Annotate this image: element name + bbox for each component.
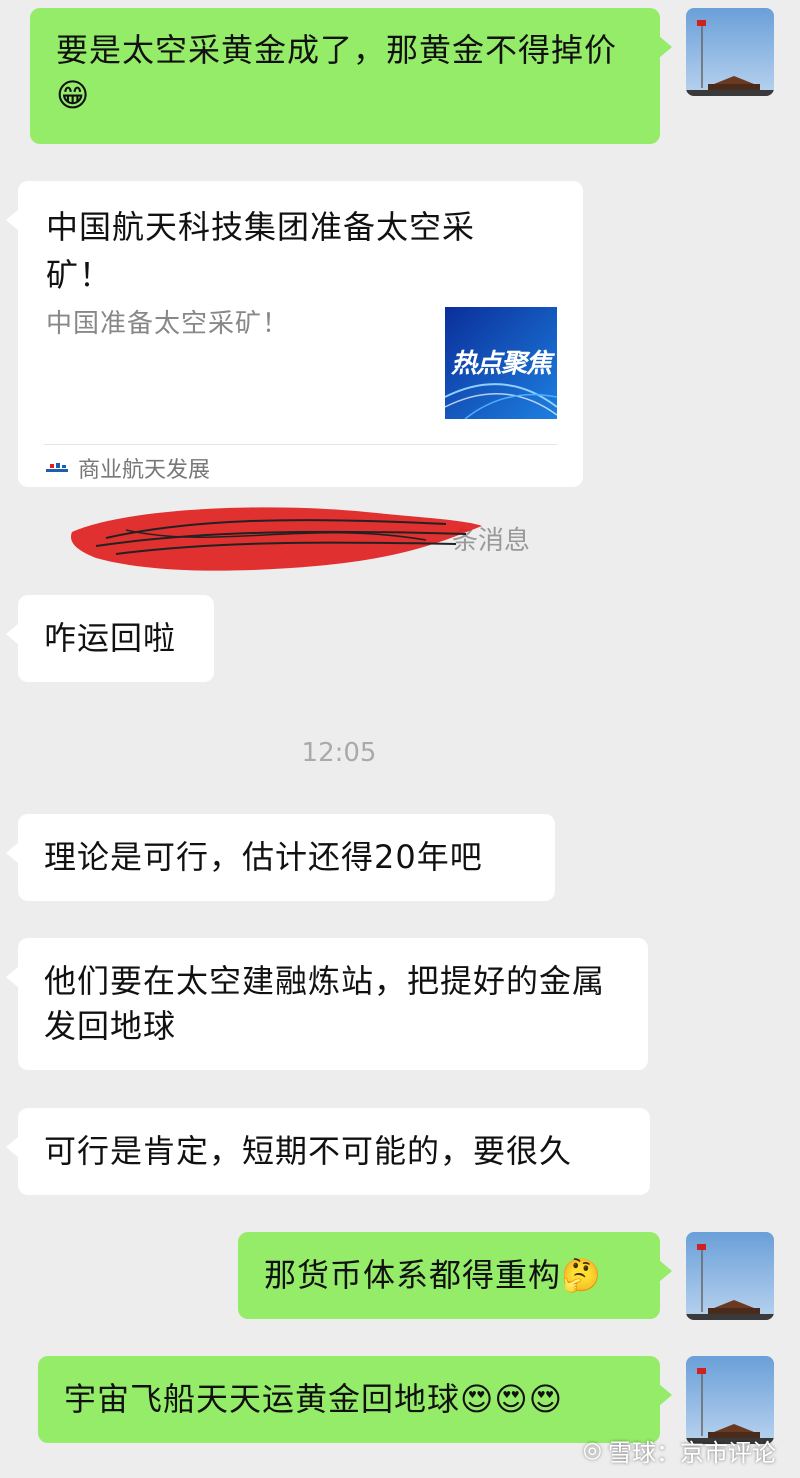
- link-card[interactable]: 中国航天科技集团准备太空采矿！ 中国准备太空采矿！ 热点聚焦 商业航天发展: [6, 181, 583, 487]
- avatar-image-icon: [686, 1356, 774, 1444]
- card-description: 中国准备太空采矿！: [46, 309, 290, 339]
- message-bubble-sent[interactable]: 那货币体系都得重构🤔: [238, 1232, 672, 1319]
- redaction-scribble: [66, 500, 486, 584]
- snowball-logo-icon: ◎: [582, 1438, 602, 1463]
- avatar-image-icon: [686, 8, 774, 96]
- message-bubble-received[interactable]: 他们要在太空建融炼站，把提好的金属发回地球: [6, 938, 648, 1070]
- source-logo-icon: [46, 463, 68, 472]
- avatar[interactable]: [686, 1232, 774, 1320]
- message-bubble-sent[interactable]: 要是太空采黄金成了，那黄金不得掉价 😁: [30, 8, 672, 144]
- grin-emoji-icon: 😁: [56, 76, 91, 114]
- thinking-emoji-icon: 🤔: [561, 1256, 602, 1294]
- avatar[interactable]: [686, 1356, 774, 1444]
- message-bubble-sent[interactable]: 宇宙飞船天天运黄金回地球😍😍😍: [38, 1356, 672, 1443]
- card-thumbnail: 热点聚焦: [445, 307, 557, 419]
- watermark: ◎ 雪球：京市评论: [583, 1433, 776, 1468]
- message-text: 咋运回啦: [44, 619, 177, 657]
- thumbnail-caption: 热点聚焦: [450, 349, 552, 379]
- message-text: 理论是可行，估计还得20年吧: [44, 838, 483, 876]
- watermark-text: 雪球：京市评论: [608, 1439, 776, 1467]
- card-source: 商业航天发展: [46, 451, 210, 485]
- card-divider: [44, 444, 557, 445]
- card-title: 中国航天科技集团准备太空采矿！: [46, 208, 476, 294]
- message-text: 宇宙飞船天天运黄金回地球: [64, 1380, 461, 1418]
- message-text: 那货币体系都得重构: [264, 1256, 562, 1294]
- message-text: 可行是肯定，短期不可能的，要很久: [44, 1132, 573, 1170]
- chat-timestamp: 12:05: [301, 738, 377, 768]
- heart-eyes-emoji-icon: 😍😍😍: [460, 1380, 564, 1418]
- avatar[interactable]: [686, 8, 774, 96]
- card-source-name: 商业航天发展: [78, 458, 211, 483]
- message-bubble-received[interactable]: 咋运回啦: [6, 595, 214, 682]
- message-text: 他们要在太空建融炼站，把提好的金属发回地球: [44, 962, 606, 1045]
- avatar-image-icon: [686, 1232, 774, 1320]
- red-scribble-icon: [71, 507, 482, 571]
- message-bubble-received[interactable]: 理论是可行，估计还得20年吧: [6, 814, 555, 901]
- message-text: 要是太空采黄金成了，那黄金不得掉价: [56, 31, 618, 69]
- message-bubble-received[interactable]: 可行是肯定，短期不可能的，要很久: [6, 1108, 650, 1195]
